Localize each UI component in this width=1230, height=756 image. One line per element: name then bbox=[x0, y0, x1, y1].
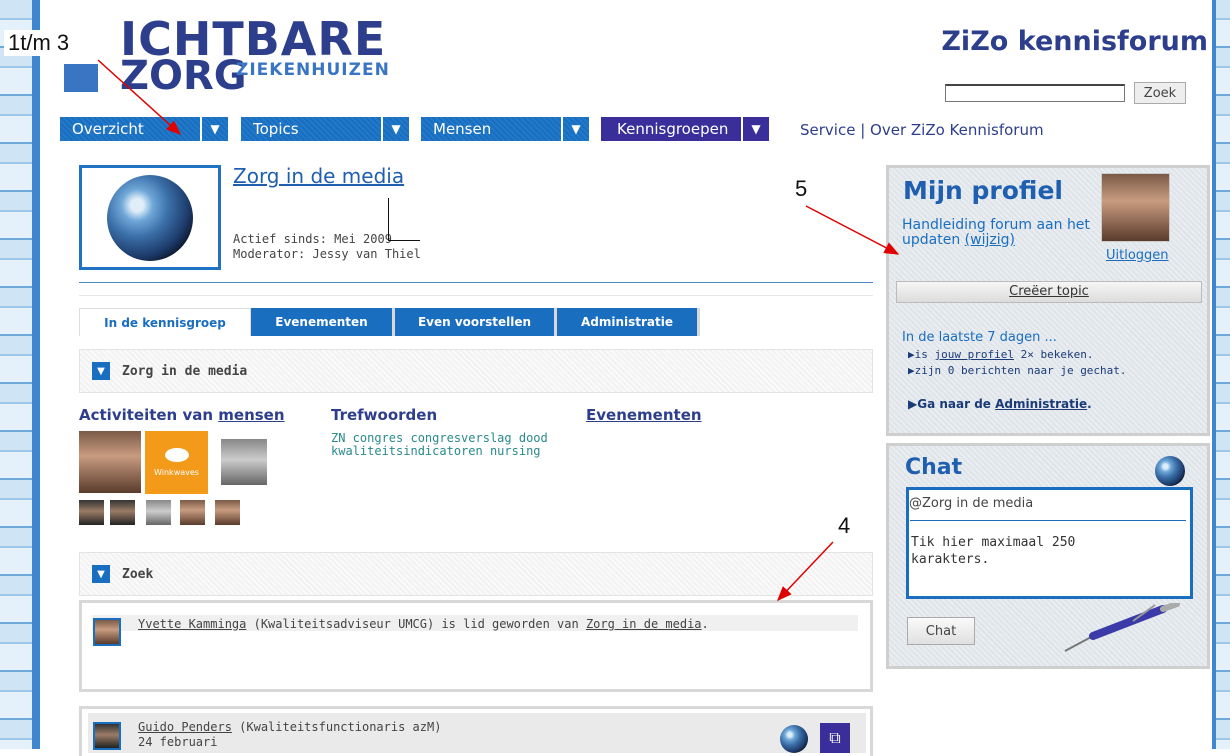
arrow-5 bbox=[805, 205, 900, 255]
arrow-4 bbox=[776, 541, 834, 602]
arrow-1-3 bbox=[97, 59, 182, 136]
annotation-arrows bbox=[97, 59, 900, 602]
annotation-5: 5 bbox=[795, 176, 808, 201]
annotation-4: 4 bbox=[838, 513, 851, 538]
